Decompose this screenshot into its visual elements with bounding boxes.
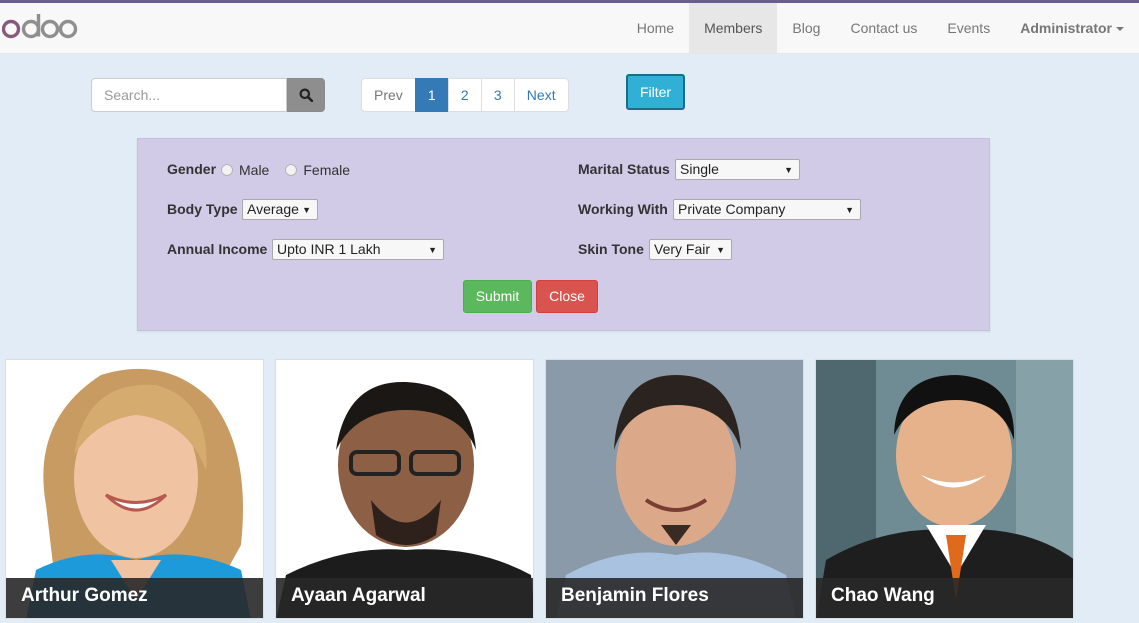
submit-button[interactable]: Submit bbox=[463, 280, 532, 313]
dropdown-arrow-icon: ▼ bbox=[302, 205, 311, 215]
marital-status-value: Single bbox=[680, 161, 719, 177]
member-name: Ayaan Agarwal bbox=[276, 578, 533, 618]
working-with-label: Working With bbox=[578, 201, 668, 217]
search-button[interactable] bbox=[287, 78, 325, 112]
user-menu[interactable]: Administrator bbox=[1005, 3, 1139, 53]
pager-next[interactable]: Next bbox=[513, 78, 569, 112]
search-icon bbox=[299, 88, 313, 102]
member-name: Benjamin Flores bbox=[546, 578, 803, 618]
skin-tone-value: Very Fair bbox=[654, 241, 711, 257]
member-card[interactable]: Benjamin Flores bbox=[545, 359, 804, 619]
odoo-logo[interactable] bbox=[2, 10, 82, 44]
marital-status-select[interactable]: Single ▼ bbox=[675, 159, 800, 180]
gender-male-radio[interactable] bbox=[221, 164, 233, 176]
dropdown-arrow-icon: ▼ bbox=[845, 205, 854, 215]
member-name: Arthur Gomez bbox=[6, 578, 263, 618]
annual-income-select[interactable]: Upto INR 1 Lakh ▼ bbox=[272, 239, 444, 260]
gender-male-label: Male bbox=[239, 162, 270, 178]
gender-female-radio[interactable] bbox=[285, 164, 298, 176]
dropdown-arrow-icon: ▼ bbox=[716, 245, 725, 255]
nav-item-contact[interactable]: Contact us bbox=[835, 3, 932, 53]
annual-income-value: Upto INR 1 Lakh bbox=[277, 241, 381, 257]
close-button[interactable]: Close bbox=[536, 280, 598, 313]
working-with-value: Private Company bbox=[678, 201, 786, 217]
pager-page-3[interactable]: 3 bbox=[480, 78, 515, 112]
filter-panel: Gender Male Female Marital Status Single… bbox=[137, 138, 990, 331]
annual-income-label: Annual Income bbox=[167, 241, 268, 257]
body-type-label: Body Type bbox=[167, 201, 238, 217]
nav-item-home[interactable]: Home bbox=[622, 3, 689, 53]
gender-label: Gender bbox=[167, 161, 217, 177]
user-menu-label: Administrator bbox=[1020, 20, 1112, 36]
pager-prev[interactable]: Prev bbox=[361, 78, 416, 112]
filter-button[interactable]: Filter bbox=[626, 74, 685, 110]
member-card[interactable]: Ayaan Agarwal bbox=[275, 359, 534, 619]
main-nav: Home Members Blog Contact us Events Admi… bbox=[622, 3, 1139, 53]
gender-female-label: Female bbox=[303, 162, 351, 178]
body-type-value: Average bbox=[247, 201, 299, 217]
pager-page-2[interactable]: 2 bbox=[447, 78, 482, 112]
nav-item-events[interactable]: Events bbox=[932, 3, 1005, 53]
member-card[interactable]: Chao Wang bbox=[815, 359, 1074, 619]
working-with-select[interactable]: Private Company ▼ bbox=[673, 199, 861, 220]
pagination: Prev 1 2 3 Next bbox=[361, 78, 569, 112]
search-input[interactable] bbox=[91, 78, 287, 112]
member-name: Chao Wang bbox=[816, 578, 1073, 618]
skin-tone-select[interactable]: Very Fair ▼ bbox=[649, 239, 732, 260]
nav-item-members[interactable]: Members bbox=[689, 3, 778, 53]
skin-tone-label: Skin Tone bbox=[578, 241, 644, 257]
nav-item-blog[interactable]: Blog bbox=[777, 3, 835, 53]
caret-down-icon bbox=[1116, 27, 1124, 32]
navbar: Home Members Blog Contact us Events Admi… bbox=[0, 3, 1139, 54]
member-card[interactable]: Arthur Gomez bbox=[5, 359, 264, 619]
body-type-select[interactable]: Average ▼ bbox=[242, 199, 318, 220]
gender-options: Male Female bbox=[221, 162, 350, 178]
dropdown-arrow-icon: ▼ bbox=[784, 165, 793, 175]
pager-page-1[interactable]: 1 bbox=[414, 78, 449, 112]
search-box bbox=[91, 78, 325, 112]
dropdown-arrow-icon: ▼ bbox=[428, 245, 437, 255]
marital-status-label: Marital Status bbox=[578, 161, 670, 177]
